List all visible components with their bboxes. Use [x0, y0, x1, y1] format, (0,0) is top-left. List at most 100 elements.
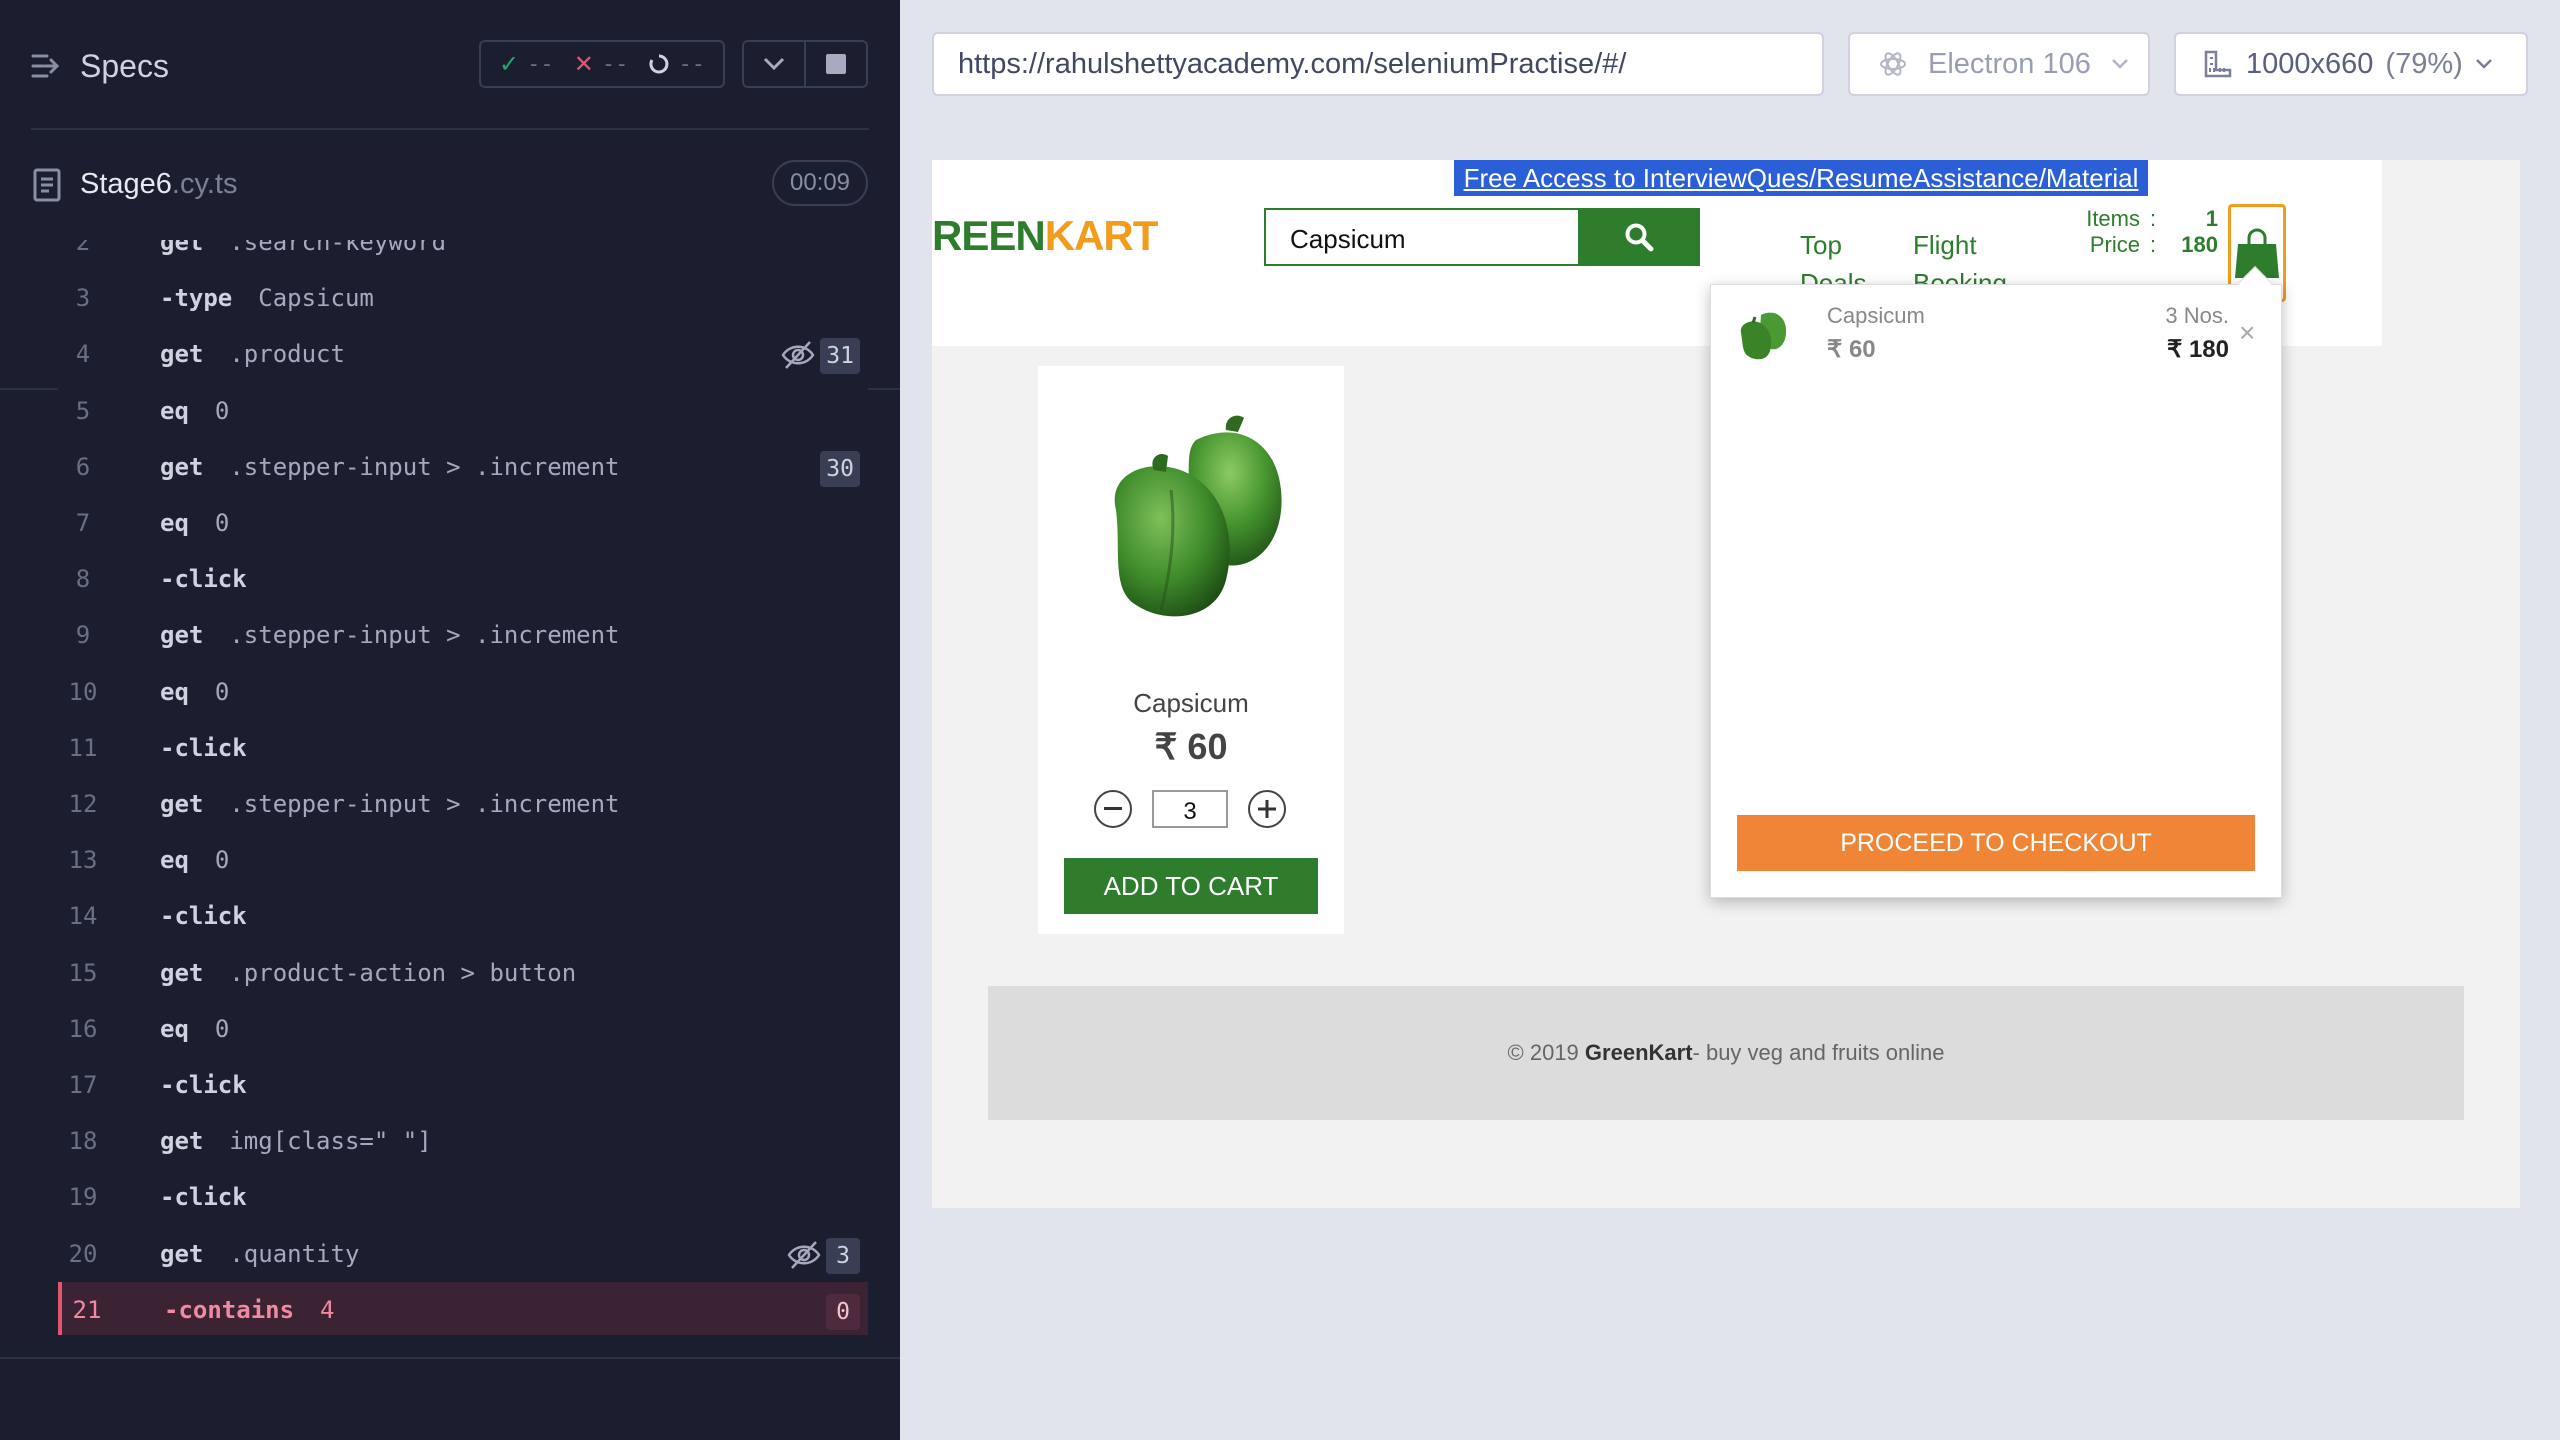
command-name: -contains	[164, 1295, 295, 1324]
spinner-icon	[649, 54, 669, 74]
command-message: .product	[229, 340, 345, 369]
hidden-eye-icon	[786, 1238, 822, 1272]
command-message: .stepper-input > .increment	[229, 621, 620, 650]
command-name: -click	[160, 565, 247, 594]
test-stats: ✓ -- ✕ -- --	[479, 40, 725, 88]
command-name: eq	[160, 846, 189, 875]
remove-item-icon[interactable]: ×	[2239, 317, 2255, 349]
command-name: -click	[160, 733, 247, 762]
add-to-cart-button[interactable]: ADD TO CART	[1064, 858, 1318, 914]
command-name: get	[160, 1239, 204, 1268]
command-name: get	[160, 790, 204, 818]
stop-button[interactable]	[806, 42, 866, 86]
capsicum-thumbnail	[1740, 312, 1787, 360]
command-number: 19	[68, 1183, 98, 1212]
command-row[interactable]: 2 get .search-keyword	[58, 240, 868, 270]
command-name: get	[160, 621, 204, 650]
command-row[interactable]: 10 eq 0	[58, 664, 868, 720]
command-row[interactable]: 15 get .product-action > button	[58, 945, 868, 1001]
search-button[interactable]	[1578, 208, 1700, 266]
command-row[interactable]: 7 eq 0	[58, 495, 868, 551]
command-row[interactable]: 17 -click	[58, 1057, 868, 1113]
command-number: 2	[75, 240, 91, 256]
element-count-badge: 0	[826, 1293, 860, 1330]
element-count-badge: 30	[820, 450, 860, 487]
command-message: .product-action > button	[229, 958, 577, 987]
command-number: 16	[68, 1014, 98, 1043]
element-count-badge: 31	[820, 338, 860, 375]
command-row[interactable]: 8 -click	[58, 551, 868, 607]
product-card: Capsicum ₹ 60 3 ADD TO CART	[1038, 366, 1344, 934]
run-controls	[742, 40, 868, 88]
increment-button[interactable]	[1248, 790, 1286, 828]
command-name: get	[160, 340, 204, 369]
command-row[interactable]: 20 get .quantity 3	[58, 1226, 868, 1282]
element-count-badge: 3	[826, 1237, 860, 1274]
command-log: 2 get .search-keyword 3 -type Capsicum 4 get .pr…	[58, 240, 868, 1335]
command-name: eq	[160, 1014, 189, 1043]
specs-title[interactable]: Specs	[80, 48, 169, 85]
command-number: 14	[68, 902, 98, 931]
plus-icon	[1258, 800, 1276, 818]
quantity-input[interactable]: 3	[1152, 790, 1228, 828]
command-row[interactable]: 3 -type Capsicum	[58, 270, 868, 326]
command-row[interactable]: 13 eq 0	[58, 832, 868, 888]
proceed-to-checkout-button[interactable]: PROCEED TO CHECKOUT	[1737, 815, 2255, 871]
cart-item-quantity: 3 Nos.	[2165, 303, 2229, 328]
command-row[interactable]: 18 get img[class=" "]	[58, 1113, 868, 1169]
command-message: 0	[214, 396, 230, 425]
command-row[interactable]: 16 eq 0	[58, 1001, 868, 1057]
specs-list-icon[interactable]	[31, 52, 63, 80]
app-under-test: Free Access to InterviewQues/ResumeAssis…	[932, 160, 2520, 1208]
command-message: Capsicum	[258, 284, 374, 313]
spec-file-row[interactable]: Stage6.cy.ts 00:09	[0, 150, 900, 390]
command-row[interactable]: 5 eq 0	[58, 383, 868, 439]
url-bar[interactable]: https://rahulshettyacademy.com/seleniumP…	[932, 32, 1824, 96]
command-message: .stepper-input > .increment	[229, 790, 620, 818]
command-name: eq	[160, 509, 189, 537]
command-number: 12	[68, 790, 98, 818]
spec-file-name: Stage6.cy.ts	[80, 168, 238, 200]
command-number: 11	[68, 733, 98, 762]
search-input[interactable]: Capsicum	[1264, 208, 1580, 266]
command-row[interactable]: 4 get .product 31	[58, 326, 868, 382]
command-number: 4	[75, 340, 91, 369]
command-message: .stepper-input > .increment	[229, 452, 620, 481]
command-message: .quantity	[229, 1239, 360, 1268]
ruler-icon	[2204, 50, 2232, 78]
product-price: ₹ 60	[1154, 726, 1228, 767]
command-row[interactable]: 11 -click	[58, 720, 868, 776]
greenkart-logo[interactable]: REENKART	[932, 212, 1158, 260]
browser-selector[interactable]: Electron 106	[1848, 32, 2150, 96]
chevron-down-icon	[2475, 59, 2492, 69]
command-name: -click	[160, 1183, 247, 1212]
free-access-link[interactable]: Free Access to InterviewQues/ResumeAssis…	[1454, 160, 2148, 196]
command-row[interactable]: 14 -click	[58, 888, 868, 944]
command-number: 9	[75, 621, 91, 650]
command-number: 6	[75, 452, 91, 481]
divider	[0, 1357, 900, 1359]
collapse-button[interactable]	[744, 42, 806, 86]
divider	[31, 128, 869, 130]
command-row[interactable]: 9 get .stepper-input > .increment	[58, 607, 868, 663]
specs-header: Specs ✓ -- ✕ -- --	[0, 0, 900, 130]
command-row[interactable]: 21 -contains 4 0	[58, 1281, 868, 1335]
command-number: 8	[75, 565, 91, 594]
command-row[interactable]: 6 get .stepper-input > .increment 30	[58, 439, 868, 495]
command-name: get	[160, 240, 204, 256]
command-number: 15	[68, 958, 98, 987]
command-number: 5	[75, 396, 91, 425]
decrement-button[interactable]	[1094, 790, 1132, 828]
command-number: 20	[68, 1239, 98, 1268]
command-name: eq	[160, 677, 189, 706]
command-number: 17	[68, 1071, 98, 1099]
command-number: 10	[68, 677, 98, 706]
pending-stat: --	[648, 52, 705, 77]
command-row[interactable]: 12 get .stepper-input > .increment	[58, 776, 868, 832]
cypress-reporter-panel: Specs ✓ -- ✕ -- -- Stage6.cy.ts 00:09 2 …	[0, 0, 900, 1440]
viewport-selector[interactable]: 1000x660 (79%)	[2174, 32, 2528, 96]
command-number: 7	[75, 509, 91, 537]
command-message: 0	[214, 1014, 230, 1043]
passed-stat: ✓ --	[499, 50, 554, 78]
command-row[interactable]: 19 -click	[58, 1169, 868, 1225]
